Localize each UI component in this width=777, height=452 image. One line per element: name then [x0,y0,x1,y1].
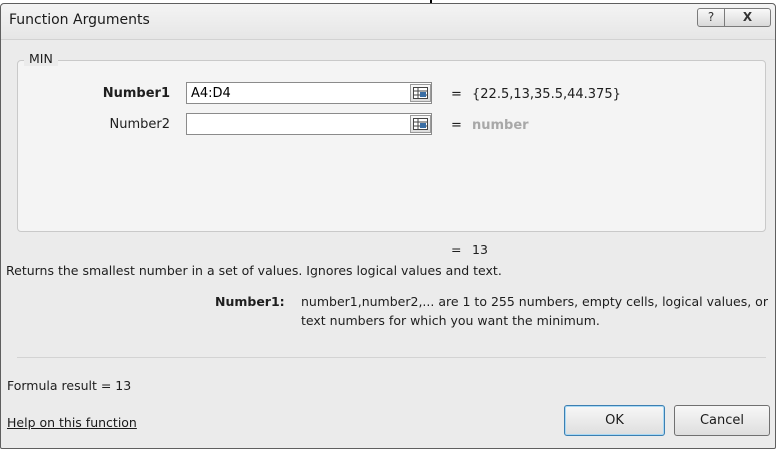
result-equals: = [451,242,462,257]
dialog-title: Function Arguments [9,12,150,28]
help-icon: ? [707,10,715,24]
arg1-equals: = [451,87,462,102]
arg-help-line1: number1,number2,... are 1 to 255 numbers… [301,294,768,309]
formula-result: Formula result = 13 [7,378,132,393]
arg2-label: Number2 [109,117,171,132]
range-selector-icon [413,87,428,99]
title-bar: Function Arguments ? X [1,4,775,40]
arg1-input[interactable] [186,82,432,104]
arg2-result: number [472,118,529,133]
function-name-label: MIN [24,51,58,66]
close-icon: X [742,10,753,24]
range-selector-icon [413,118,428,130]
arg-help-label: Number1: [215,294,285,309]
separator [17,357,766,358]
help-button[interactable]: ? [697,8,725,27]
help-on-function-link[interactable]: Help on this function [7,415,137,430]
arg1-label: Number1 [102,86,170,101]
cancel-button[interactable]: Cancel [674,405,770,436]
arg2-equals: = [451,118,462,133]
arg2-input[interactable] [186,113,432,135]
ok-button[interactable]: OK [564,405,665,436]
arg-help-line2: text numbers for which you want the mini… [301,313,600,328]
arg1-range-selector-button[interactable] [410,84,431,102]
arg2-range-selector-button[interactable] [410,115,431,133]
result-value: 13 [472,242,488,257]
function-description: Returns the smallest number in a set of … [6,263,502,278]
close-button[interactable]: X [724,8,771,27]
arg1-result: {22.5,13,35.5,44.375} [472,87,621,102]
